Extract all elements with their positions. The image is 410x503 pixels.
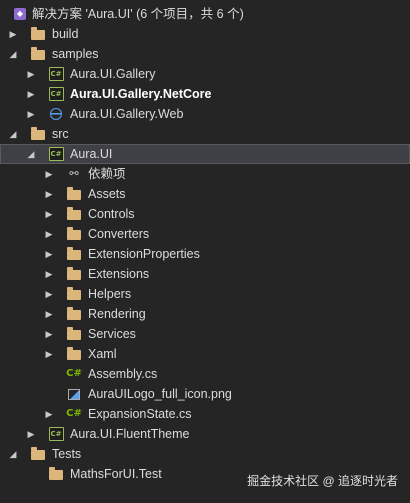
- expand-arrow-icon[interactable]: ▶: [26, 104, 36, 124]
- web-project-icon: [48, 104, 64, 124]
- tree-item-label: Assets: [88, 187, 126, 201]
- tree-item-aura-ui-fluent-theme[interactable]: ▶ C# Aura.UI.FluentTheme: [0, 424, 410, 444]
- image-file-icon: [66, 384, 82, 404]
- csharp-project-icon: C#: [48, 144, 64, 164]
- expand-arrow-icon[interactable]: ▶: [44, 344, 54, 364]
- expand-arrow-icon[interactable]: ▶: [44, 284, 54, 304]
- tree-item-label: ExtensionProperties: [88, 247, 200, 261]
- tree-item-label: Controls: [88, 207, 135, 221]
- tree-item-aura-ui-gallery-netcore[interactable]: ▶ C# Aura.UI.Gallery.NetCore: [0, 84, 410, 104]
- tree-item-controls[interactable]: ▶ Controls: [0, 204, 410, 224]
- folder-icon: [66, 324, 82, 344]
- tree-item-extension-properties[interactable]: ▶ ExtensionProperties: [0, 244, 410, 264]
- expand-arrow-icon[interactable]: ▶: [44, 404, 54, 424]
- tree-item-label: src: [52, 127, 69, 141]
- collapse-arrow-icon[interactable]: ◢: [8, 444, 18, 464]
- tree-item-label: Aura.UI.Gallery.Web: [70, 107, 184, 121]
- tree-item-label: ExpansionState.cs: [88, 407, 192, 421]
- folder-icon: [66, 184, 82, 204]
- tree-item-label: Services: [88, 327, 136, 341]
- solution-explorer-tree: ◆ 解决方案 'Aura.UI' (6 个项目，共 6 个) ▶ build ◢…: [0, 0, 410, 481]
- folder-icon: [66, 264, 82, 284]
- folder-icon: [30, 24, 46, 44]
- collapse-arrow-icon[interactable]: ◢: [8, 124, 18, 144]
- csharp-file-icon: C#: [66, 368, 82, 379]
- solution-label: 解决方案 'Aura.UI' (6 个项目，共 6 个): [32, 7, 244, 21]
- tree-item-aura-ui[interactable]: ◢ C# Aura.UI: [0, 144, 410, 164]
- tree-item-extensions[interactable]: ▶ Extensions: [0, 264, 410, 284]
- tree-item-aura-ui-gallery-web[interactable]: ▶ Aura.UI.Gallery.Web: [0, 104, 410, 124]
- expand-arrow-icon[interactable]: ▶: [26, 84, 36, 104]
- tree-item-converters[interactable]: ▶ Converters: [0, 224, 410, 244]
- expand-arrow-icon[interactable]: ▶: [8, 24, 18, 44]
- tree-item-rendering[interactable]: ▶ Rendering: [0, 304, 410, 324]
- expand-arrow-icon[interactable]: ▶: [44, 184, 54, 204]
- folder-icon: [30, 44, 46, 64]
- csharp-project-icon: C#: [48, 424, 64, 444]
- collapse-arrow-icon[interactable]: ◢: [26, 144, 36, 164]
- expand-arrow-icon[interactable]: ▶: [26, 424, 36, 444]
- tree-item-label: Extensions: [88, 267, 150, 281]
- tree-item-tests[interactable]: ◢ Tests: [0, 444, 410, 464]
- tree-item-aura-ui-gallery[interactable]: ▶ C# Aura.UI.Gallery: [0, 64, 410, 84]
- folder-icon: [66, 284, 82, 304]
- tree-item-samples[interactable]: ◢ samples: [0, 44, 410, 64]
- tree-item-label: MathsForUI.Test: [70, 467, 162, 481]
- tree-item-label: Assembly.cs: [88, 367, 158, 381]
- folder-icon: [30, 444, 46, 464]
- tree-item-src[interactable]: ◢ src: [0, 124, 410, 144]
- expand-arrow-icon[interactable]: ▶: [44, 324, 54, 344]
- tree-item-label: Aura.UI.FluentTheme: [70, 427, 190, 441]
- csharp-project-icon: C#: [48, 84, 64, 104]
- folder-icon: [66, 204, 82, 224]
- expand-arrow-icon[interactable]: ▶: [44, 304, 54, 324]
- folder-icon: [66, 224, 82, 244]
- tree-item-label: 依赖项: [88, 167, 126, 181]
- tree-item-build[interactable]: ▶ build: [0, 24, 410, 44]
- csharp-file-icon: C#: [66, 408, 82, 419]
- folder-icon: [66, 344, 82, 364]
- expand-arrow-icon[interactable]: ▶: [44, 244, 54, 264]
- watermark-text: 掘金技术社区 @ 追逐时光者: [247, 474, 398, 488]
- tree-item-label: Converters: [88, 227, 150, 241]
- tree-item-label: Rendering: [88, 307, 146, 321]
- expand-arrow-icon[interactable]: ▶: [44, 264, 54, 284]
- tree-item-label: Xaml: [88, 347, 117, 361]
- tree-item-services[interactable]: ▶ Services: [0, 324, 410, 344]
- expand-arrow-icon[interactable]: ▶: [44, 224, 54, 244]
- tree-item-assets[interactable]: ▶ Assets: [0, 184, 410, 204]
- tree-item-xaml[interactable]: ▶ Xaml: [0, 344, 410, 364]
- solution-node[interactable]: ◆ 解决方案 'Aura.UI' (6 个项目，共 6 个): [0, 4, 410, 24]
- tree-item-label: AuraUILogo_full_icon.png: [88, 387, 232, 401]
- tree-item-label: Aura.UI.Gallery.NetCore: [70, 87, 212, 101]
- tree-item-assembly-cs[interactable]: C# Assembly.cs: [0, 364, 410, 384]
- tree-item-expansion-state-cs[interactable]: ▶ C# ExpansionState.cs: [0, 404, 410, 424]
- tree-item-label: Helpers: [88, 287, 132, 301]
- expand-arrow-icon[interactable]: ▶: [44, 164, 54, 184]
- tree-item-dependencies[interactable]: ▶ ⚯ 依赖项: [0, 164, 410, 184]
- visual-studio-solution-icon: ◆: [12, 4, 28, 24]
- folder-icon: [30, 124, 46, 144]
- tree-item-label: build: [52, 27, 79, 41]
- tree-item-helpers[interactable]: ▶ Helpers: [0, 284, 410, 304]
- expand-arrow-icon[interactable]: ▶: [44, 204, 54, 224]
- tree-item-logo-png[interactable]: AuraUILogo_full_icon.png: [0, 384, 410, 404]
- tree-item-label: Aura.UI.Gallery: [70, 67, 156, 81]
- tree-item-label: samples: [52, 47, 99, 61]
- csharp-project-icon: C#: [48, 64, 64, 84]
- expand-arrow-icon[interactable]: ▶: [26, 64, 36, 84]
- tree-item-label: Tests: [52, 447, 82, 461]
- folder-icon: [48, 464, 64, 484]
- tree-item-label: Aura.UI: [70, 147, 113, 161]
- dependencies-icon: ⚯: [69, 167, 79, 180]
- folder-icon: [66, 304, 82, 324]
- folder-icon: [66, 244, 82, 264]
- collapse-arrow-icon[interactable]: ◢: [8, 44, 18, 64]
